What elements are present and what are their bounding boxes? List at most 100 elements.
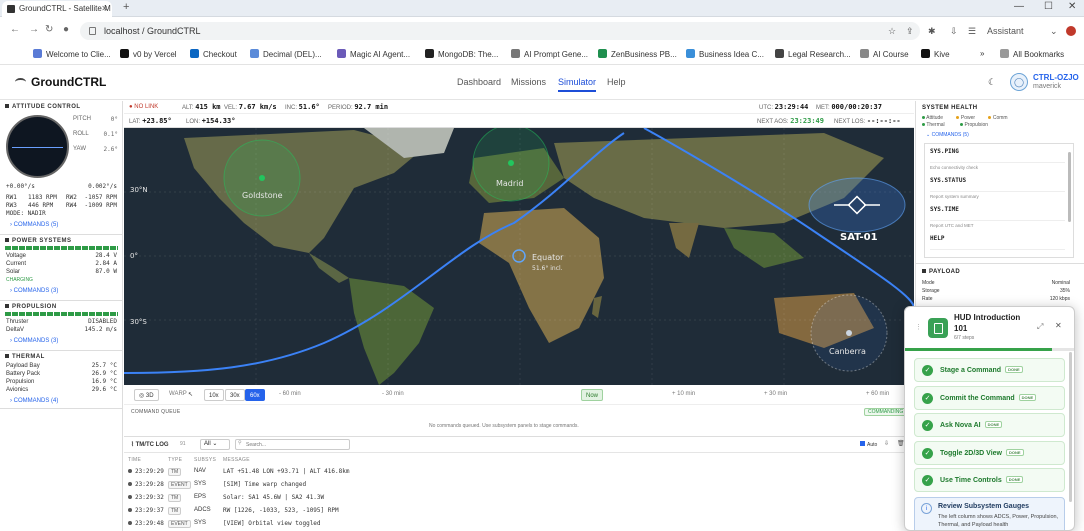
reload-icon[interactable]: ↻ [45,24,53,35]
system-command-item[interactable]: SYS.PING Echo connectivity check [930,148,1065,170]
log-row[interactable]: 23:29:37 TM ADCS RW [1226, -1033, 523, -109… [128,507,339,515]
power-gauge [5,246,118,250]
telemetry-bar: ● NO LINK ALT: 415 km VEL: 7.67 km/s INC… [124,101,914,114]
warp-60x[interactable]: 60x [245,389,265,401]
queue-empty-message: No commands queued. Use subsystem panels… [429,423,579,429]
bookmark-item[interactable]: Checkout [190,49,237,59]
user-name[interactable]: CTRL-OZJO [1033,73,1079,82]
current-step-card[interactable]: i Review Subsystem Gauges The left colum… [914,497,1065,530]
bookmark-item[interactable]: AI Prompt Gene... [511,49,588,59]
warp-10x[interactable]: 10x [204,389,224,401]
new-tab-icon[interactable]: + [123,1,129,13]
view-3d-toggle[interactable]: ◎ 3D [134,389,159,401]
profile-icon[interactable]: ☰ [968,26,976,37]
nav-simulator[interactable]: Simulator [558,77,597,92]
bookmark-item[interactable]: AI Course [860,49,909,59]
log-search-input[interactable] [235,439,350,450]
forward-icon[interactable]: → [29,24,39,35]
download-log-icon[interactable]: ⇩ [884,440,889,447]
tick-minus-30[interactable]: - 30 min [382,391,404,397]
attitude-commands-toggle[interactable]: › COMMANDS (5) [0,222,123,228]
user-avatar[interactable]: ◯ [1010,73,1028,91]
bookmark-item[interactable]: Legal Research... [775,49,851,59]
bookmark-item[interactable]: Decimal (DEL)... [250,49,322,59]
log-dot-icon [128,482,132,486]
close-tab-icon[interactable]: ✕ [101,1,108,17]
assistant-button[interactable]: Assistant [987,26,1024,36]
hud-step[interactable]: ✓ Commit the Command DONE [914,385,1065,410]
url-field[interactable]: localhost / GroundCTRL [80,22,920,40]
bookmark-label: Welcome to Clie... [46,50,111,59]
nav-help[interactable]: Help [607,77,626,87]
tick-plus-30[interactable]: + 30 min [764,391,787,397]
extensions-icon[interactable]: ✱ [928,26,936,37]
hud-step[interactable]: ✓ Stage a Command DONE [914,358,1065,382]
log-message: LAT +51.48 LON +93.71 | ALT 416.8km [223,468,350,475]
bookmark-item[interactable]: Magic AI Agent... [337,49,410,59]
all-bookmarks[interactable]: All Bookmarks [1000,49,1064,59]
hud-step[interactable]: ✓ Ask Nova AI DONE [914,413,1065,437]
log-row[interactable]: 23:29:32 TM EPS Solar: SA1 45.6W | SA2 41.3… [128,494,324,502]
log-row[interactable]: 23:29:29 TM NAV LAT +51.48 LON +93.71 | ALT… [128,468,349,476]
site-info-icon[interactable] [89,27,96,35]
tick-minus-60[interactable]: - 60 min [279,391,301,397]
nav-dashboard[interactable]: Dashboard [457,77,501,87]
thermal-commands-toggle[interactable]: › COMMANDS (4) [0,398,123,404]
bookmark-item[interactable]: ZenBusiness PB... [598,49,677,59]
thermal-label: Battery Pack [6,371,41,377]
tick-plus-10[interactable]: + 10 min [672,391,695,397]
bookmark-item[interactable]: Kive [921,49,950,59]
auto-scroll-checkbox[interactable]: Auto [860,441,877,448]
account-avatar-icon[interactable] [1066,26,1076,36]
log-row[interactable]: 23:29:48 EVENT SYS [VIEW] Orbital view togg… [128,520,321,528]
share-icon[interactable]: ⇪ [906,26,914,37]
minimize-icon[interactable]: — [1014,1,1024,12]
browser-tab[interactable]: GroundCTRL - Satellite M ✕ [2,1,112,17]
back-icon[interactable]: ← [10,24,20,35]
download-icon[interactable]: ⇩ [950,26,958,37]
nav-missions[interactable]: Missions [511,77,546,87]
now-button[interactable]: Now [581,389,604,401]
propulsion-commands-toggle[interactable]: › COMMANDS (3) [0,338,123,344]
close-hud-icon[interactable]: ✕ [1055,321,1062,330]
hud-step[interactable]: ✓ Use Time Controls DONE [914,468,1065,492]
theme-toggle-icon[interactable]: ☾ [988,77,996,88]
hud-scrollbar[interactable] [1069,352,1072,502]
rate-pitch: 0.002°/s [88,183,117,190]
bookmark-favicon-icon [860,49,869,58]
log-row[interactable]: 23:29:28 EVENT SYS [SIM] Time warp changed [128,481,306,489]
system-command-item[interactable]: SYS.TIME Report UTC and MET [930,206,1065,228]
ground-track-map[interactable]: 30°N 0° 30°S Goldstone Madrid Canberra E… [124,128,914,385]
bookmark-item[interactable]: v0 by Vercel [120,49,177,59]
warp-30x[interactable]: 30x [225,389,245,401]
bookmark-star-icon[interactable]: ☆ [888,26,896,37]
search-icon: ⚲ [238,440,242,446]
bookmark-item[interactable]: Business Idea C... [686,49,764,59]
health-commands-toggle[interactable]: ⌄ COMMANDS (5) [926,132,969,138]
system-command-item[interactable]: HELP [930,235,1065,252]
hud-step[interactable]: ✓ Toggle 2D/3D View DONE [914,440,1065,465]
bookmark-item[interactable]: MongoDB: The... [425,49,498,59]
close-window-icon[interactable]: ✕ [1068,1,1076,12]
system-command-item[interactable]: SYS.STATUS Report system summary [930,177,1065,199]
bookmarks-overflow-icon[interactable]: » [980,49,984,58]
commanding-badge[interactable]: COMMANDING [864,408,908,416]
yaw-value: 2.6° [103,146,118,153]
canberra-station-icon[interactable] [846,330,852,336]
log-filter-select[interactable]: All ⌄ [200,439,230,450]
expand-icon[interactable]: ⤢ [1037,322,1043,332]
menu-chevron-icon[interactable]: ⌄ [1050,26,1058,37]
health-legend: Attitude Power Comm Thermal Propulsion [922,115,1072,129]
goldstone-station-icon[interactable] [259,175,265,181]
power-commands-toggle[interactable]: › COMMANDS (3) [0,288,123,294]
done-badge: DONE [1018,393,1037,401]
app-logo[interactable]: GroundCTRL [15,75,106,89]
tick-plus-60[interactable]: + 60 min [866,391,889,397]
drag-handle-icon[interactable]: ⋮ [915,323,922,331]
maximize-icon[interactable]: ☐ [1044,1,1053,12]
bookmark-item[interactable]: Welcome to Clie... [33,49,111,59]
madrid-station-icon[interactable] [508,160,514,166]
microphone-icon[interactable]: ● [63,24,69,35]
current-value: 2.84 A [95,260,117,267]
commands-scrollbar[interactable] [1068,152,1071,222]
